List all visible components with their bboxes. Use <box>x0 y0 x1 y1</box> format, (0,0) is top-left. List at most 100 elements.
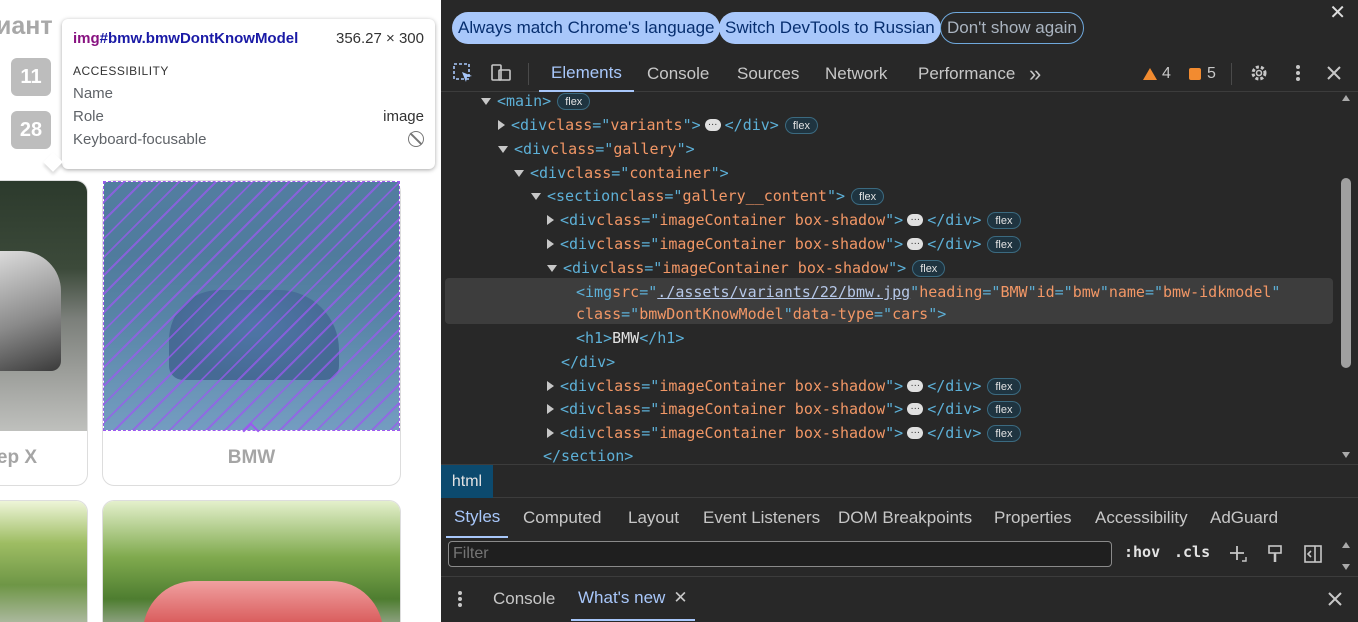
expand-arrow-icon[interactable] <box>514 169 524 177</box>
tab-sources[interactable]: Sources <box>737 55 799 92</box>
warning-icon <box>1143 68 1157 80</box>
expand-arrow-icon[interactable] <box>547 215 554 225</box>
flex-badge[interactable]: flex <box>912 259 946 277</box>
device-toolbar-icon[interactable] <box>489 61 513 85</box>
tree-node-main[interactable]: < main > flex <box>481 90 591 112</box>
drawer-tab-whats-new[interactable]: What's new ✕ <box>571 577 695 621</box>
scroll-down-icon[interactable] <box>1342 452 1350 458</box>
tab-adguard[interactable]: AdGuard <box>1210 498 1278 538</box>
ellipsis-icon[interactable]: … <box>907 237 924 250</box>
scroll-up-icon[interactable] <box>1342 542 1350 548</box>
flex-badge[interactable]: flex <box>557 92 591 110</box>
drawer-menu-icon[interactable] <box>457 577 463 621</box>
tree-node-image-container[interactable]: <div class =" imageContainer box-shadow ">…… <box>547 209 1021 231</box>
devtools-panel: Always match Chrome's language Switch De… <box>441 0 1358 622</box>
flex-badge[interactable]: flex <box>987 235 1021 253</box>
expand-arrow-icon[interactable] <box>547 381 554 391</box>
tab-network[interactable]: Network <box>825 55 887 92</box>
highlight-hatch <box>104 182 399 430</box>
hov-toggle[interactable]: :hov <box>1124 543 1160 561</box>
gallery-card[interactable] <box>0 500 88 622</box>
switch-language-button[interactable]: Switch DevTools to Russian <box>719 12 941 44</box>
tab-dom-breakpoints[interactable]: DOM Breakpoints <box>838 498 972 538</box>
tab-accessibility[interactable]: Accessibility <box>1095 498 1188 538</box>
expand-arrow-icon[interactable] <box>547 264 557 272</box>
tree-node-img-selected[interactable]: <img src =" ./assets/variants/22/bmw.jpg " … <box>576 281 1280 303</box>
close-drawer-icon[interactable] <box>1327 577 1343 621</box>
tooltip-row-focusable: Keyboard-focusable <box>73 131 424 148</box>
tab-elements[interactable]: Elements <box>539 55 634 92</box>
expand-arrow-icon[interactable] <box>498 120 505 130</box>
kebab-menu-icon[interactable] <box>1286 61 1310 85</box>
flex-badge[interactable]: flex <box>987 377 1021 395</box>
variant-number-badge[interactable]: 11 <box>11 58 51 96</box>
dont-show-again-button[interactable]: Don't show again <box>940 12 1084 44</box>
flex-badge[interactable]: flex <box>987 424 1021 442</box>
scroll-down-icon[interactable] <box>1342 564 1350 570</box>
attr-value: imageContainer box-shadow <box>659 235 886 253</box>
close-tab-icon[interactable]: ✕ <box>673 588 687 608</box>
errors-counter[interactable]: 5 <box>1189 65 1216 83</box>
expand-arrow-icon[interactable] <box>531 192 541 200</box>
tree-node-img-selected-cont[interactable]: class =" bmwDontKnowModel " data-type =" cars… <box>576 303 946 325</box>
tab-styles[interactable]: Styles <box>446 498 509 538</box>
drawer-tab-console[interactable]: Console <box>493 577 555 621</box>
ellipsis-icon[interactable]: … <box>704 118 721 131</box>
ellipsis-icon[interactable]: … <box>907 213 924 226</box>
attr-value: variants <box>610 116 683 134</box>
img-src-link[interactable]: ./assets/variants/22/bmw.jpg <box>657 283 910 301</box>
tab-computed[interactable]: Computed <box>523 498 601 538</box>
attr-value: container <box>629 164 711 182</box>
expand-arrow-icon[interactable] <box>547 404 554 414</box>
toggle-sidebar-icon[interactable] <box>1301 542 1325 566</box>
styles-filter-bar: :hov .cls <box>441 538 1358 576</box>
warnings-counter[interactable]: 4 <box>1143 65 1171 83</box>
flex-badge[interactable]: flex <box>987 211 1021 229</box>
tab-properties[interactable]: Properties <box>994 498 1071 538</box>
expand-arrow-icon[interactable] <box>481 97 491 105</box>
gallery-card[interactable] <box>102 500 401 622</box>
ellipsis-icon[interactable]: … <box>907 402 924 415</box>
tree-node-close-div[interactable]: </div> <box>561 351 615 373</box>
tab-layout[interactable]: Layout <box>628 498 679 538</box>
tree-node-variants[interactable]: <div class =" variants ">… </div> flex <box>498 114 818 136</box>
gallery-card[interactable]: ер X <box>0 180 88 486</box>
ellipsis-icon[interactable]: … <box>907 379 924 392</box>
tree-node-image-container[interactable]: <div class =" imageContainer box-shadow ">…… <box>547 422 1021 444</box>
tree-node-section[interactable]: <section class =" gallery__content "> flex <box>531 185 885 207</box>
attr-value: imageContainer box-shadow <box>659 424 886 442</box>
gear-icon[interactable] <box>1247 61 1271 85</box>
tab-event-listeners[interactable]: Event Listeners <box>703 498 820 538</box>
elements-scrollbar[interactable] <box>1341 100 1351 460</box>
expand-arrow-icon[interactable] <box>547 428 554 438</box>
elements-tree: < main > flex <div class =" variants ">… </div>… <box>441 90 1341 465</box>
variant-number-badge[interactable]: 28 <box>11 111 51 149</box>
tab-console[interactable]: Console <box>647 55 709 92</box>
paint-brush-icon[interactable] <box>1263 542 1287 566</box>
cls-toggle[interactable]: .cls <box>1174 543 1210 561</box>
tab-performance[interactable]: Performance <box>918 55 1015 92</box>
flex-badge[interactable]: flex <box>784 116 818 134</box>
ellipsis-icon[interactable]: … <box>907 426 924 439</box>
tooltip-row-role: Role image <box>73 108 424 125</box>
expand-arrow-icon[interactable] <box>498 145 508 153</box>
tree-node-image-container-open[interactable]: <div class =" imageContainer box-shadow "> f… <box>547 257 946 279</box>
breadcrumb-html[interactable]: html <box>441 465 493 499</box>
tree-node-container[interactable]: <div class =" container "> <box>514 162 729 184</box>
tree-node-image-container[interactable]: <div class =" imageContainer box-shadow ">…… <box>547 375 1021 397</box>
close-banner-icon[interactable]: ✕ <box>1329 0 1346 25</box>
flex-badge[interactable]: flex <box>987 400 1021 418</box>
match-language-button[interactable]: Always match Chrome's language <box>452 12 721 44</box>
tree-node-h1[interactable]: <h1> BMW </h1> <box>576 327 684 349</box>
expand-arrow-icon[interactable] <box>547 239 554 249</box>
inspect-element-icon[interactable] <box>451 61 475 85</box>
flex-badge[interactable]: flex <box>851 187 885 205</box>
tree-node-image-container[interactable]: <div class =" imageContainer box-shadow ">…… <box>547 398 1021 420</box>
close-devtools-icon[interactable] <box>1322 61 1346 85</box>
tree-node-image-container[interactable]: <div class =" imageContainer box-shadow ">…… <box>547 233 1021 255</box>
scrollbar-thumb[interactable] <box>1341 178 1351 368</box>
more-tabs-icon[interactable]: » <box>1029 55 1041 92</box>
add-rule-icon[interactable] <box>1226 542 1250 566</box>
tree-node-gallery[interactable]: <div class =" gallery "> <box>498 138 695 160</box>
filter-input[interactable] <box>448 541 1112 567</box>
